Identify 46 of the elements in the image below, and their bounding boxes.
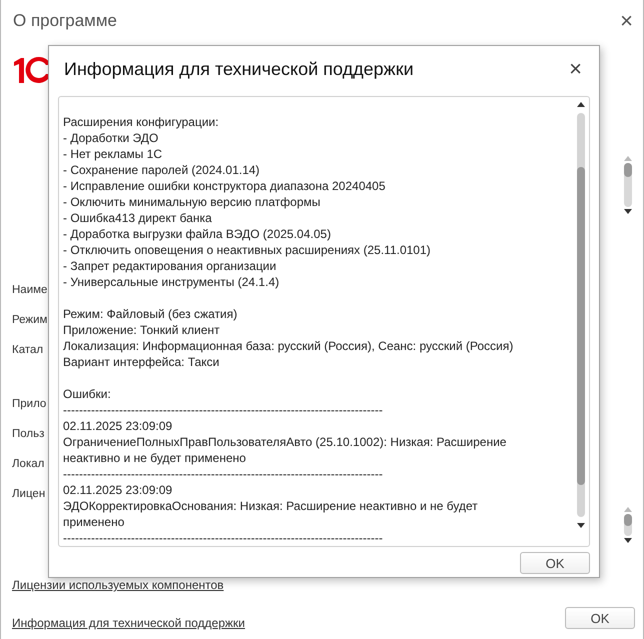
field-label: Локал <box>12 457 44 472</box>
scroll-up-icon[interactable] <box>577 102 585 107</box>
ok-button[interactable]: OK <box>565 607 635 629</box>
scrollbar[interactable] <box>624 163 632 207</box>
scroll-down-icon[interactable] <box>624 538 632 543</box>
text-line: - Сохранение паролей (2024.01.14) <box>63 162 261 178</box>
text-line: - Отключить оповещения о неактивных расширениях (25.11.0101) <box>63 242 432 258</box>
scrollbar[interactable] <box>577 113 585 517</box>
text-line: Вариант интерфейса: Такси <box>63 354 220 370</box>
text-line: Расширения конфигурации: <box>63 114 220 130</box>
scroll-down-icon[interactable] <box>624 209 632 214</box>
text-line: Режим: Файловый (без сжатия) <box>63 306 238 322</box>
text-line: - Ошибка413 директ банка <box>63 210 213 226</box>
text-line: Ошибки: <box>63 386 112 402</box>
separator-line: -------------------------------------------------------------------------------- <box>63 466 384 482</box>
error-message: ОграничениеПолныхПравПользователяАвто (25.10.1002): Низкая: Расширение неактивно и не будет применено <box>63 434 508 466</box>
ok-button[interactable]: OK <box>520 552 590 574</box>
field-label: Польз <box>12 427 44 442</box>
text-line: - Нет рекламы 1С <box>63 146 164 162</box>
error-message: ЭДОКорректировкаОснования: Низкая: Расширение неактивно и не будет применено <box>63 498 479 530</box>
dialog-title: Информация для технической поддержки <box>64 58 414 80</box>
error-time: 02.11.2025 23:09:09 <box>63 482 174 498</box>
text-line: - Доработки ЭДО <box>63 130 160 146</box>
text-line: Приложение: Тонкий клиент <box>63 322 221 338</box>
scroll-down-icon[interactable] <box>577 523 585 528</box>
link[interactable]: Лицензии используемых компонентов <box>12 578 224 592</box>
text-line: - Запрет редактирования организации <box>63 258 278 274</box>
text-line: Локализация: Информационная база: русский (Россия), Сеанс: русский (Россия) <box>63 338 514 354</box>
separator-line: -------------------------------------------------------------------------------- <box>63 530 384 546</box>
scrollbar[interactable] <box>624 514 632 536</box>
separator-line: -------------------------------------------------------------------------------- <box>63 402 384 418</box>
text-line: - Исправление ошибки конструктора диапазона 20240405 <box>63 178 386 194</box>
field-label: Режим <box>12 313 48 328</box>
error-time: 02.11.2025 23:09:09 <box>63 418 174 434</box>
field-label: Наиме <box>12 283 48 298</box>
field-label: Катал <box>12 343 44 358</box>
close-button[interactable]: × <box>620 11 633 31</box>
close-button[interactable]: × <box>569 59 582 79</box>
text-line: - Оключить минимальную версию платформы <box>63 194 322 210</box>
field-label: Прило <box>12 397 46 412</box>
text-line: - Доработка выгрузки файла ВЭДО (2025.04.05) <box>63 226 332 242</box>
text-area[interactable] <box>58 96 590 547</box>
link[interactable]: Информация для технической поддержки <box>12 616 246 630</box>
window-title: О программе <box>13 11 118 31</box>
text-line: - Универсальные инструменты (24.1.4) <box>63 274 280 290</box>
field-label: Лицен <box>12 487 46 502</box>
